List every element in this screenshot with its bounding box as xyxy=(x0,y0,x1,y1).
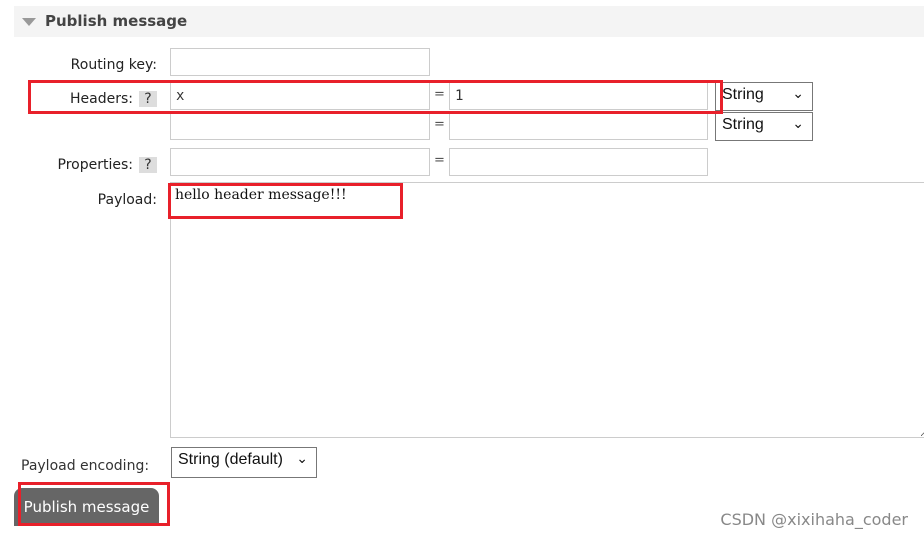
headers-label: Headers: xyxy=(70,91,133,107)
payload-label: Payload: xyxy=(97,192,157,208)
properties-label: Properties: xyxy=(57,157,133,173)
watermark: CSDN @xixihaha_coder xyxy=(720,510,908,529)
equals-sign: = xyxy=(434,87,445,102)
chevron-down-icon: ⌄ xyxy=(792,85,804,101)
publish-message-button[interactable]: Publish message xyxy=(14,488,159,526)
publish-message-section-header[interactable]: Publish message xyxy=(14,6,924,37)
header-type-value: String xyxy=(722,86,764,103)
header-type-value: String xyxy=(722,116,764,133)
equals-sign: = xyxy=(434,153,445,168)
payload-encoding-label: Payload encoding: xyxy=(21,458,150,474)
section-title: Publish message xyxy=(45,12,188,30)
property-value-input[interactable] xyxy=(449,148,708,176)
header-type-select-1[interactable]: String ⌄ xyxy=(715,82,813,111)
payload-encoding-select[interactable]: String (default) ⌄ xyxy=(171,447,317,478)
chevron-down-icon: ⌄ xyxy=(296,450,308,466)
header-key-input-1[interactable] xyxy=(170,82,430,110)
header-type-select-2[interactable]: String ⌄ xyxy=(715,112,813,141)
payload-encoding-value: String (default) xyxy=(178,451,283,468)
property-key-input[interactable] xyxy=(170,148,430,176)
routing-key-input[interactable] xyxy=(170,48,430,76)
routing-key-label: Routing key: xyxy=(70,57,157,73)
payload-textarea[interactable]: hello header message!!! xyxy=(170,182,924,438)
header-value-input-2[interactable] xyxy=(449,112,708,140)
headers-label-row: Headers:? xyxy=(7,91,157,107)
chevron-down-icon: ⌄ xyxy=(792,115,804,131)
header-value-input-1[interactable] xyxy=(449,82,708,110)
properties-label-row: Properties:? xyxy=(7,157,157,173)
header-key-input-2[interactable] xyxy=(170,112,430,140)
collapse-triangle-icon[interactable] xyxy=(22,18,36,26)
properties-help-icon[interactable]: ? xyxy=(139,157,157,173)
equals-sign: = xyxy=(434,117,445,132)
headers-help-icon[interactable]: ? xyxy=(139,91,157,107)
